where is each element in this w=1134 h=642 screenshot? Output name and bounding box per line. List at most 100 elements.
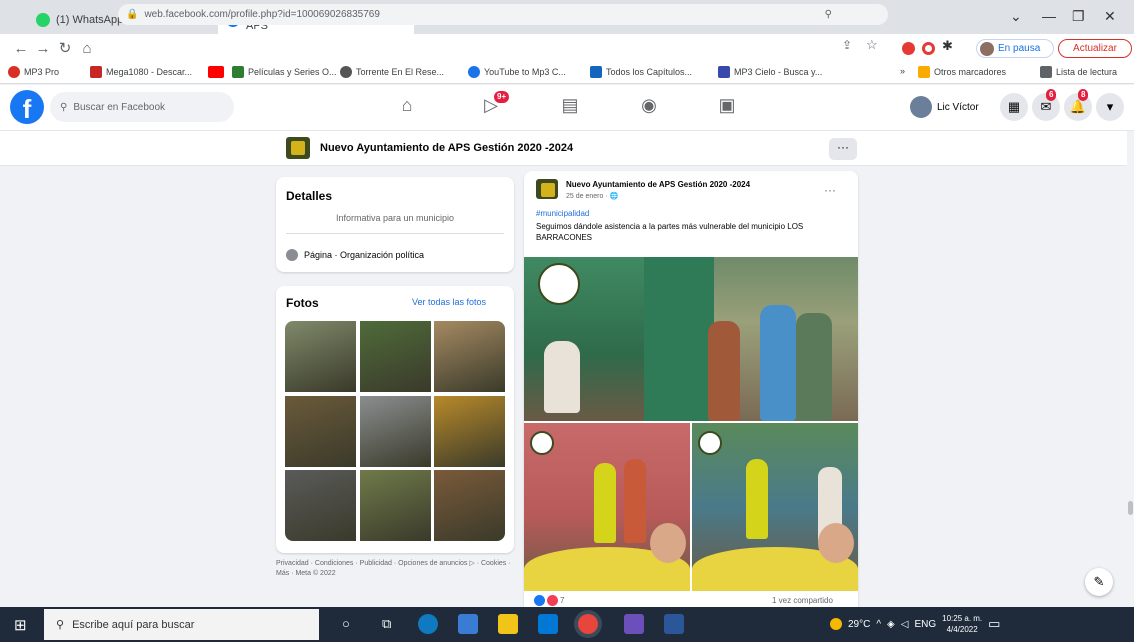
bookmark-item[interactable]: MP3 Pro [8, 66, 59, 78]
bookmark-item[interactable] [208, 66, 228, 78]
bookmark-label: MP3 Cielo - Busca y... [734, 67, 823, 77]
bookmark-label: Lista de lectura [1056, 67, 1118, 77]
app-icon[interactable] [624, 614, 644, 634]
language[interactable]: ENG [914, 619, 936, 630]
person-figure [624, 459, 646, 543]
post-photo-right[interactable] [692, 423, 858, 591]
volume-icon[interactable]: ◁ [901, 619, 909, 630]
minimize-icon[interactable]: — [1042, 8, 1056, 24]
bookmark-icon [232, 66, 244, 78]
network-icon[interactable]: ◈ [887, 619, 895, 630]
forward-icon[interactable]: → [32, 40, 54, 57]
back-icon[interactable]: ← [10, 40, 32, 57]
youtube-icon [208, 66, 224, 78]
bookmark-item[interactable]: MP3 Cielo - Busca y... [718, 66, 822, 78]
shares-count[interactable]: 1 vez compartido [772, 596, 833, 605]
bookmark-item[interactable]: Películas y Series O... [232, 66, 337, 78]
mail-icon[interactable] [538, 614, 558, 634]
photo-thumbnail[interactable] [285, 470, 356, 541]
photo-thumbnail[interactable] [285, 395, 356, 467]
windows-start-icon[interactable]: ⊞ [14, 616, 27, 634]
update-button[interactable]: Actualizar [1058, 39, 1132, 58]
task-view-icon[interactable]: ⧉ [382, 616, 391, 632]
page-category: Página · Organización política [304, 250, 425, 260]
chrome-icon[interactable] [578, 614, 598, 634]
reactions-summary[interactable]: 7 [534, 595, 564, 606]
windows-taskbar: ⊞ ⚲ Escribe aquí para buscar ○ ⧉ 29°C ^ … [0, 607, 1134, 642]
facebook-logo-icon[interactable]: f [10, 90, 44, 124]
photo-thumbnail[interactable] [359, 395, 431, 467]
maximize-icon[interactable]: ❐ [1072, 8, 1085, 25]
tab-search-icon[interactable]: ⌄ [1010, 8, 1022, 25]
bookmark-item[interactable]: YouTube to Mp3 C... [468, 66, 566, 78]
bookmark-star-icon[interactable]: ☆ [866, 37, 878, 53]
extension-icon[interactable] [902, 42, 915, 55]
weather-icon[interactable] [830, 618, 842, 630]
word-icon[interactable] [664, 614, 684, 634]
search-input[interactable]: ⚲ Buscar en Facebook [50, 92, 234, 122]
reading-list[interactable]: Lista de lectura [1040, 66, 1117, 78]
home-icon[interactable]: ⌂ [76, 40, 98, 57]
post-author[interactable]: Nuevo Ayuntamiento de APS Gestión 2020 -… [566, 180, 750, 189]
post-author-avatar[interactable] [536, 179, 558, 199]
post-date[interactable]: 25 de enero · 🌐 [566, 192, 618, 200]
opera-extension-icon[interactable] [922, 42, 935, 55]
menu-grid-icon[interactable]: ▦ [1000, 93, 1028, 121]
page-header-bar: Nuevo Ayuntamiento de APS Gestión 2020 -… [0, 131, 1134, 166]
new-message-button[interactable]: ✎ [1085, 568, 1113, 596]
home-icon[interactable]: ⌂ [392, 95, 422, 116]
temperature[interactable]: 29°C [848, 619, 870, 630]
edge-icon[interactable] [418, 614, 438, 634]
cortana-icon[interactable]: ○ [342, 616, 350, 631]
page-title[interactable]: Nuevo Ayuntamiento de APS Gestión 2020 -… [320, 142, 573, 154]
share-icon[interactable]: ⇪ [842, 38, 852, 52]
bookmark-icon [90, 66, 102, 78]
municipal-seal [530, 431, 554, 455]
see-all-photos-link[interactable]: Ver todas las fotos [412, 297, 486, 307]
photo-thumbnail[interactable] [434, 321, 505, 392]
puzzle-icon[interactable]: ✱ [942, 38, 953, 54]
avatar [910, 96, 932, 118]
tray-overflow-icon[interactable]: ^ [876, 619, 881, 630]
page-logo[interactable] [286, 137, 310, 159]
reload-icon[interactable]: ↻ [54, 39, 76, 57]
bookmark-item[interactable]: Mega1080 - Descar... [90, 66, 192, 78]
taskbar-search-input[interactable]: ⚲ Escribe aquí para buscar [44, 609, 319, 640]
person-figure [708, 321, 740, 421]
more-options-button[interactable]: ··· [829, 138, 857, 160]
photo-thumbnail[interactable] [434, 395, 505, 467]
store-icon[interactable] [458, 614, 478, 634]
post-photo-left[interactable] [524, 423, 690, 591]
user-name: Lic Víctor [937, 101, 979, 113]
photo-thumbnail[interactable] [359, 470, 431, 541]
window-close-icon[interactable]: ✕ [1104, 8, 1116, 25]
url-input[interactable]: 🔒 web.facebook.com/profile.php?id=100069… [118, 4, 888, 25]
globe-icon: 🌐 [609, 193, 619, 200]
photo-thumbnail[interactable] [359, 321, 431, 392]
taskbar-search-placeholder: Escribe aquí para buscar [72, 618, 195, 631]
footer-links[interactable]: Privacidad · Condiciones · Publicidad · … [276, 559, 516, 579]
clock[interactable]: 10:25 a. m. 4/4/2022 [942, 613, 982, 635]
photo-thumbnail[interactable] [285, 321, 356, 392]
more-bookmarks-icon[interactable]: » [900, 66, 905, 76]
profile-button[interactable]: En pausa [976, 39, 1054, 58]
user-profile-chip[interactable]: Lic Víctor [910, 95, 979, 119]
post-photo-main[interactable] [524, 257, 858, 421]
file-explorer-icon[interactable] [498, 614, 518, 634]
scrollbar[interactable] [1127, 131, 1134, 607]
other-bookmarks[interactable]: Otros marcadores [918, 66, 1006, 78]
action-center-icon[interactable]: ▭ [988, 616, 1000, 632]
post-more-button[interactable]: ··· [824, 183, 836, 197]
bookmark-item[interactable]: Todos los Capítulos... [590, 66, 692, 78]
zoom-icon[interactable]: ⚲ [825, 9, 832, 20]
like-icon [534, 595, 545, 606]
bookmark-item[interactable]: Torrente En El Rese... [340, 66, 444, 78]
post-hashtag[interactable]: #municipalidad [536, 209, 589, 218]
account-menu-icon[interactable]: ▾ [1096, 93, 1124, 121]
marketplace-icon[interactable]: ▤ [555, 95, 585, 116]
groups-icon[interactable]: ◉ [634, 95, 664, 116]
scrollbar-thumb[interactable] [1128, 501, 1133, 515]
gaming-icon[interactable]: ▣ [712, 95, 742, 116]
photo-thumbnail[interactable] [434, 470, 505, 541]
bookmark-label: Torrente En El Rese... [356, 67, 445, 77]
